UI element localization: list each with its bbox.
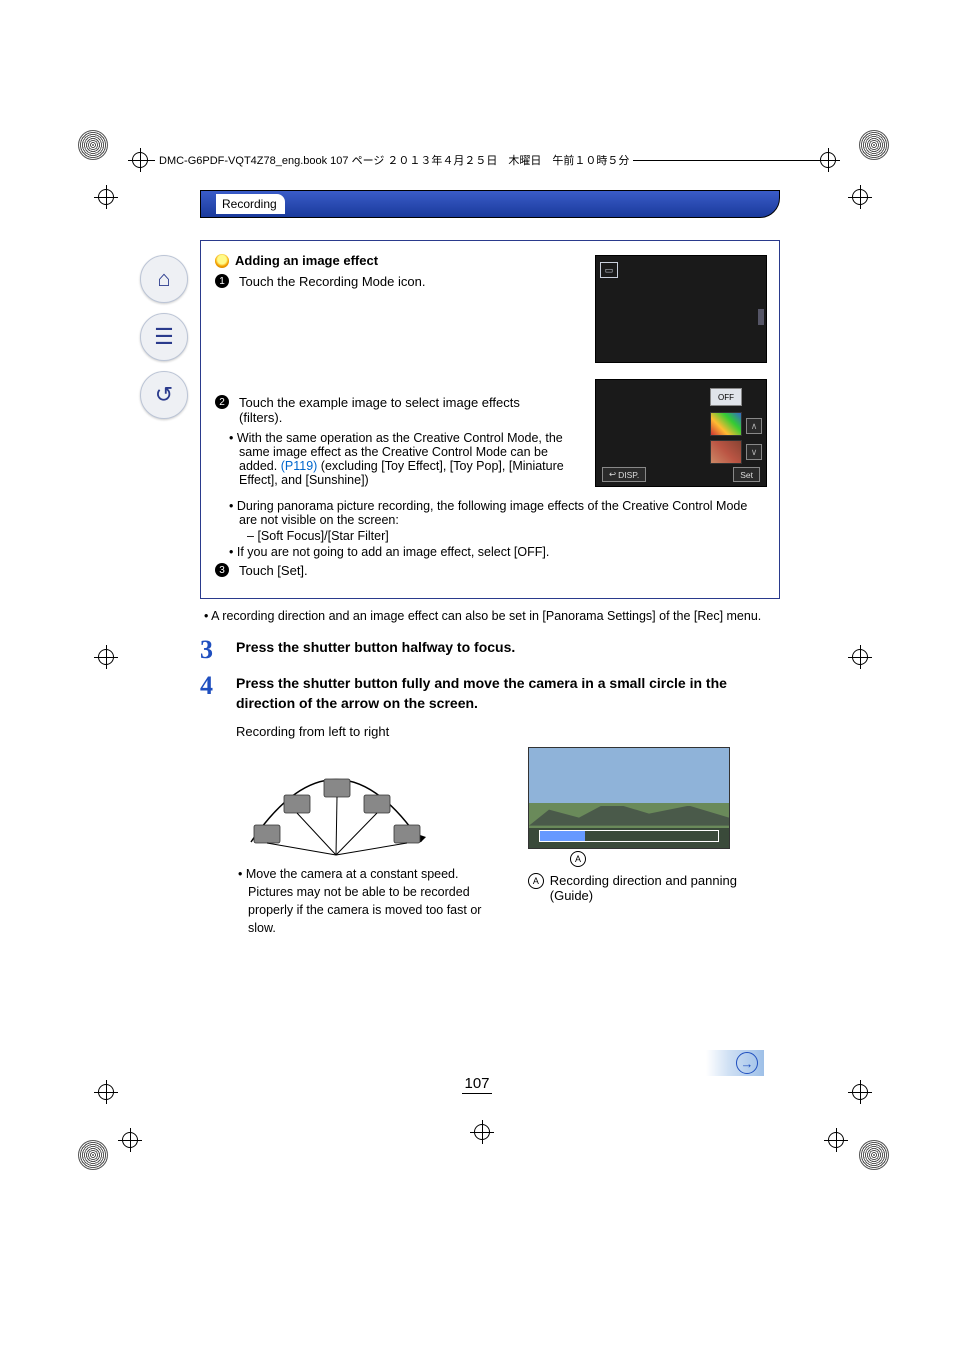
- step-4-text: Press the shutter button fully and move …: [236, 673, 780, 714]
- home-icon[interactable]: ⌂: [140, 255, 188, 303]
- screen-preview-1: ▭: [595, 255, 767, 363]
- section-header: Recording: [200, 190, 780, 218]
- step-number: 2: [215, 395, 229, 409]
- reg-mark: [94, 185, 118, 209]
- step-text: Touch [Set].: [239, 563, 308, 578]
- reg-mark: [816, 148, 840, 172]
- reg-mark: [848, 185, 872, 209]
- screen-preview-2: OFF ∧ ∨ ↩ DISP. Set: [595, 379, 767, 487]
- reg-mark: [94, 645, 118, 669]
- step-3: 3 Press the shutter button halfway to fo…: [200, 637, 780, 663]
- reg-mark: [848, 645, 872, 669]
- disp-button: ↩ DISP.: [602, 467, 646, 482]
- step-number: 3: [215, 563, 229, 577]
- arrow-right-icon: →: [736, 1052, 758, 1074]
- page-number: 107: [0, 1075, 954, 1092]
- crop-mark-br: [859, 1140, 889, 1170]
- sub-note: During panorama picture recording, the f…: [215, 499, 765, 527]
- crop-mark-bl: [78, 1140, 108, 1170]
- scroll-down-icon: ∨: [746, 444, 762, 460]
- effect-swatch: [710, 412, 742, 436]
- reg-mark: [470, 1120, 494, 1144]
- reg-mark: [824, 1128, 848, 1152]
- subcaption: Recording from left to right: [236, 724, 780, 739]
- step-4: 4 Press the shutter button fully and mov…: [200, 673, 780, 714]
- lamp-icon: [215, 254, 229, 268]
- callout-marker-a: A: [528, 873, 544, 889]
- note-panorama-settings: A recording direction and an image effec…: [200, 609, 780, 623]
- step-number-large: 3: [200, 637, 222, 663]
- crop-mark-tr: [859, 130, 889, 160]
- callout-a-text: Recording direction and panning (Guide): [550, 873, 780, 903]
- crop-mark-tl: [78, 130, 108, 160]
- reg-mark: [128, 148, 152, 172]
- callout-heading: Adding an image effect: [235, 253, 378, 268]
- effect-swatch: [710, 440, 742, 464]
- continue-arrow[interactable]: →: [706, 1050, 764, 1076]
- camera-arc-illustration: [236, 747, 436, 857]
- left-note: Move the camera at a constant speed. Pic…: [236, 865, 488, 938]
- contents-icon[interactable]: ☰: [140, 313, 188, 361]
- section-title: Recording: [216, 194, 285, 214]
- callout-adding-effect: Adding an image effect 1 Touch the Recor…: [200, 240, 780, 599]
- dash-item: [Soft Focus]/[Star Filter]: [215, 529, 765, 543]
- step-3-text: Press the shutter button halfway to focu…: [236, 637, 515, 663]
- panorama-progress-preview: [528, 747, 730, 849]
- back-icon[interactable]: ↺: [140, 371, 188, 419]
- set-button: Set: [733, 467, 760, 482]
- reg-mark: [118, 1128, 142, 1152]
- step-number: 1: [215, 274, 229, 288]
- scroll-up-icon: ∧: [746, 418, 762, 434]
- sub-note: With the same operation as the Creative …: [215, 431, 569, 487]
- step-text: Touch the Recording Mode icon.: [239, 274, 425, 289]
- mode-icon: ▭: [600, 262, 618, 278]
- side-tab-icon: [758, 309, 764, 325]
- running-head: DMC-G6PDF-VQT4Z78_eng.book 107 ページ ２０１３年…: [155, 152, 633, 168]
- step-number-large: 4: [200, 673, 222, 714]
- callout-marker-a: A: [570, 851, 586, 867]
- page-link-p119[interactable]: (P119): [281, 459, 318, 473]
- sub-note: If you are not going to add an image eff…: [215, 545, 765, 559]
- off-badge: OFF: [710, 388, 742, 406]
- step-text: Touch the example image to select image …: [239, 395, 559, 425]
